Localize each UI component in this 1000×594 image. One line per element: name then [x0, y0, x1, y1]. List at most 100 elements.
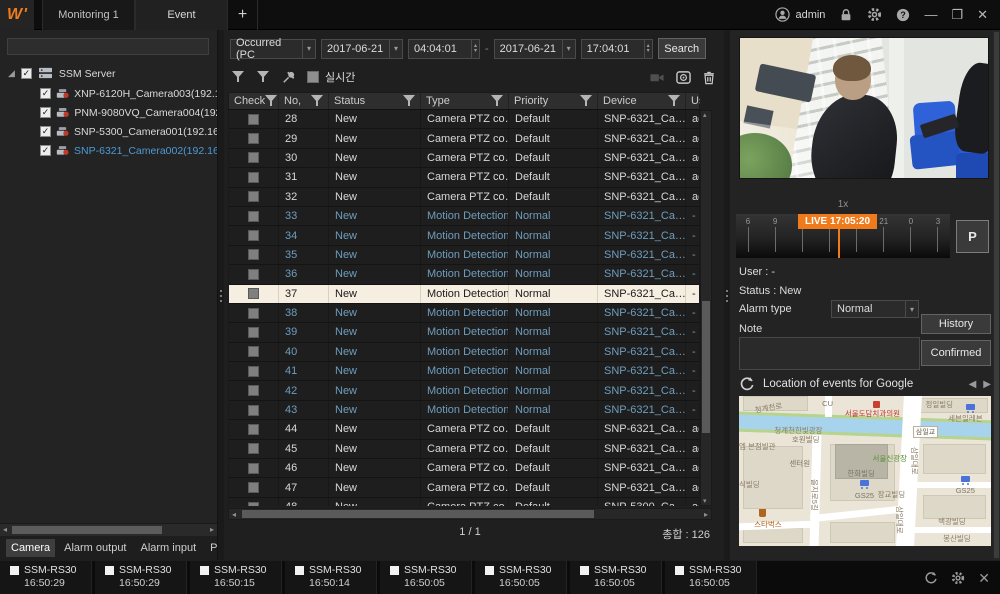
table-horizontal-scrollbar[interactable]: ◂ ▸ [228, 508, 712, 520]
column-header-priority[interactable]: Priority [509, 93, 598, 109]
settings-gear-icon[interactable] [867, 7, 882, 22]
event-tile[interactable]: SSM-RS3016:50:05 [475, 561, 567, 594]
scroll-down-icon[interactable]: ▾ [703, 497, 707, 505]
row-checkbox[interactable] [248, 288, 259, 299]
row-checkbox[interactable] [248, 463, 259, 474]
search-field-select[interactable]: Occurred (PC ▾ [230, 39, 316, 59]
table-row[interactable]: 30NewCamera PTZ co…DefaultSNP-6321_Ca…ad… [229, 149, 699, 168]
table-row[interactable]: 42NewMotion DetectionNormalSNP-6321_Ca…- [229, 381, 699, 400]
maximize-button[interactable]: ❒ [951, 8, 963, 21]
pin-icon[interactable] [282, 70, 296, 84]
confirmed-button[interactable]: Confirmed [921, 340, 991, 366]
row-checkbox[interactable] [248, 482, 259, 493]
filter-clear-icon[interactable] [257, 70, 271, 84]
table-row[interactable]: 28NewCamera PTZ co…DefaultSNP-6321_Ca…ad… [229, 110, 699, 129]
time-to-input[interactable]: 17:04:01 ▴▾ [581, 39, 653, 59]
column-header-device[interactable]: Device [598, 93, 686, 109]
panel-scrollbar[interactable] [993, 30, 1000, 560]
table-row[interactable]: 38NewMotion DetectionNormalSNP-6321_Ca…- [229, 304, 699, 323]
event-tile[interactable]: SSM-RS3016:50:05 [665, 561, 757, 594]
row-checkbox[interactable] [248, 443, 259, 454]
tab-alarm-output[interactable]: Alarm output [59, 539, 131, 557]
camera-live-view[interactable] [739, 37, 989, 179]
scroll-left-icon[interactable]: ◂ [3, 525, 7, 534]
spinner-icon[interactable]: ▴▾ [644, 40, 652, 58]
tree-root-server[interactable]: ◢ ✓ SSM Server [0, 64, 217, 84]
row-checkbox[interactable] [248, 502, 259, 507]
table-row[interactable]: 48NewCamera PTZ co…DefaultSNP-5300_Ca…ad… [229, 498, 699, 506]
row-checkbox[interactable] [248, 152, 259, 163]
scroll-left-icon[interactable]: ◂ [232, 510, 236, 519]
ticker-close-icon[interactable]: ✕ [978, 571, 990, 585]
scroll-right-icon[interactable]: ▸ [704, 510, 708, 519]
delete-trash-icon[interactable] [702, 70, 716, 85]
realtime-checkbox[interactable] [307, 71, 319, 83]
note-textarea[interactable] [739, 337, 920, 370]
table-row[interactable]: 33NewMotion DetectionNormalSNP-6321_Ca…- [229, 207, 699, 226]
lock-icon[interactable] [839, 8, 853, 22]
table-row[interactable]: 34NewMotion DetectionNormalSNP-6321_Ca…- [229, 226, 699, 245]
scrollbar-thumb[interactable] [242, 510, 594, 518]
ticker-settings-gear-icon[interactable] [951, 571, 965, 585]
table-row[interactable]: 45NewCamera PTZ co…DefaultSNP-6321_Ca…ad… [229, 440, 699, 459]
table-row[interactable]: 35NewMotion DetectionNormalSNP-6321_Ca…- [229, 246, 699, 265]
filter-icon[interactable] [668, 94, 682, 108]
column-header-check[interactable]: Check [229, 93, 279, 109]
row-checkbox[interactable] [248, 269, 259, 280]
table-row[interactable]: 46NewCamera PTZ co…DefaultSNP-6321_Ca…ad… [229, 459, 699, 478]
tree-search-input[interactable] [7, 38, 209, 55]
time-from-input[interactable]: 04:04:01 ▴▾ [408, 39, 480, 59]
column-header-status[interactable]: Status [329, 93, 421, 109]
row-checkbox[interactable] [248, 249, 259, 260]
tree-item-camera[interactable]: ✓SNP-5300_Camera001(192.168. [0, 122, 217, 141]
table-row[interactable]: 32NewCamera PTZ co…DefaultSNP-6321_Ca…ad… [229, 188, 699, 207]
pattern-button[interactable]: P [956, 220, 989, 253]
tree-expander-icon[interactable]: ◢ [8, 68, 15, 79]
filter-icon[interactable] [265, 94, 275, 108]
minimize-button[interactable]: — [924, 8, 937, 21]
row-checkbox[interactable] [248, 327, 259, 338]
tree-item-camera[interactable]: ✓SNP-6321_Camera002(192.168. [0, 141, 217, 160]
filter-icon[interactable] [491, 94, 505, 108]
date-to-input[interactable]: 2017-06-21 ▾ [494, 39, 576, 59]
search-button[interactable]: Search [658, 38, 706, 59]
scrollbar-thumb[interactable] [994, 32, 999, 558]
tab-monitoring-1[interactable]: Monitoring 1 [42, 0, 135, 30]
table-row[interactable]: 37NewMotion DetectionNormalSNP-6321_Ca…- [229, 285, 699, 304]
row-checkbox[interactable] [248, 172, 259, 183]
alarm-type-select[interactable]: Normal ▾ [831, 300, 919, 318]
row-checkbox[interactable] [248, 385, 259, 396]
column-header-use[interactable]: Use▴ [686, 93, 701, 109]
user-menu[interactable]: admin [775, 7, 825, 22]
add-tab-button[interactable]: + [228, 0, 258, 30]
tab-event[interactable]: Event [135, 0, 228, 30]
event-tile[interactable]: SSM-RS3016:50:05 [380, 561, 472, 594]
table-row[interactable]: 31NewCamera PTZ co…DefaultSNP-6321_Ca…ad… [229, 168, 699, 187]
filter-icon[interactable] [232, 70, 246, 84]
tab-camera[interactable]: Camera [6, 539, 55, 557]
table-row[interactable]: 39NewMotion DetectionNormalSNP-6321_Ca…- [229, 323, 699, 342]
table-row[interactable]: 47NewCamera PTZ co…DefaultSNP-6321_Ca…ad… [229, 478, 699, 497]
tree-item-camera[interactable]: ✓PNM-9080VQ_Camera004(192. [0, 103, 217, 122]
checkbox-checked-icon[interactable]: ✓ [40, 107, 51, 118]
column-header-no-[interactable]: No, [279, 93, 329, 109]
event-tile[interactable]: SSM-RS3016:50:05 [570, 561, 662, 594]
filter-icon[interactable] [311, 94, 325, 108]
row-checkbox[interactable] [248, 308, 259, 319]
table-row[interactable]: 44NewCamera PTZ co…DefaultSNP-6321_Ca…ad… [229, 420, 699, 439]
record-icon[interactable] [676, 70, 691, 85]
row-checkbox[interactable] [248, 133, 259, 144]
spinner-icon[interactable]: ▴▾ [471, 40, 479, 58]
history-button[interactable]: History [921, 314, 991, 334]
date-from-input[interactable]: 2017-06-21 ▾ [321, 39, 403, 59]
tab-alarm-input[interactable]: Alarm input [136, 539, 202, 557]
row-checkbox[interactable] [248, 191, 259, 202]
help-icon[interactable] [896, 8, 910, 22]
scroll-right-icon[interactable]: ▸ [210, 525, 214, 534]
row-checkbox[interactable] [248, 346, 259, 357]
row-checkbox[interactable] [248, 424, 259, 435]
tree-horizontal-scrollbar[interactable]: ◂ ▸ [0, 523, 217, 536]
table-row[interactable]: 40NewMotion DetectionNormalSNP-6321_Ca…- [229, 343, 699, 362]
close-button[interactable]: ✕ [977, 8, 988, 21]
scrollbar-thumb[interactable] [702, 301, 710, 433]
